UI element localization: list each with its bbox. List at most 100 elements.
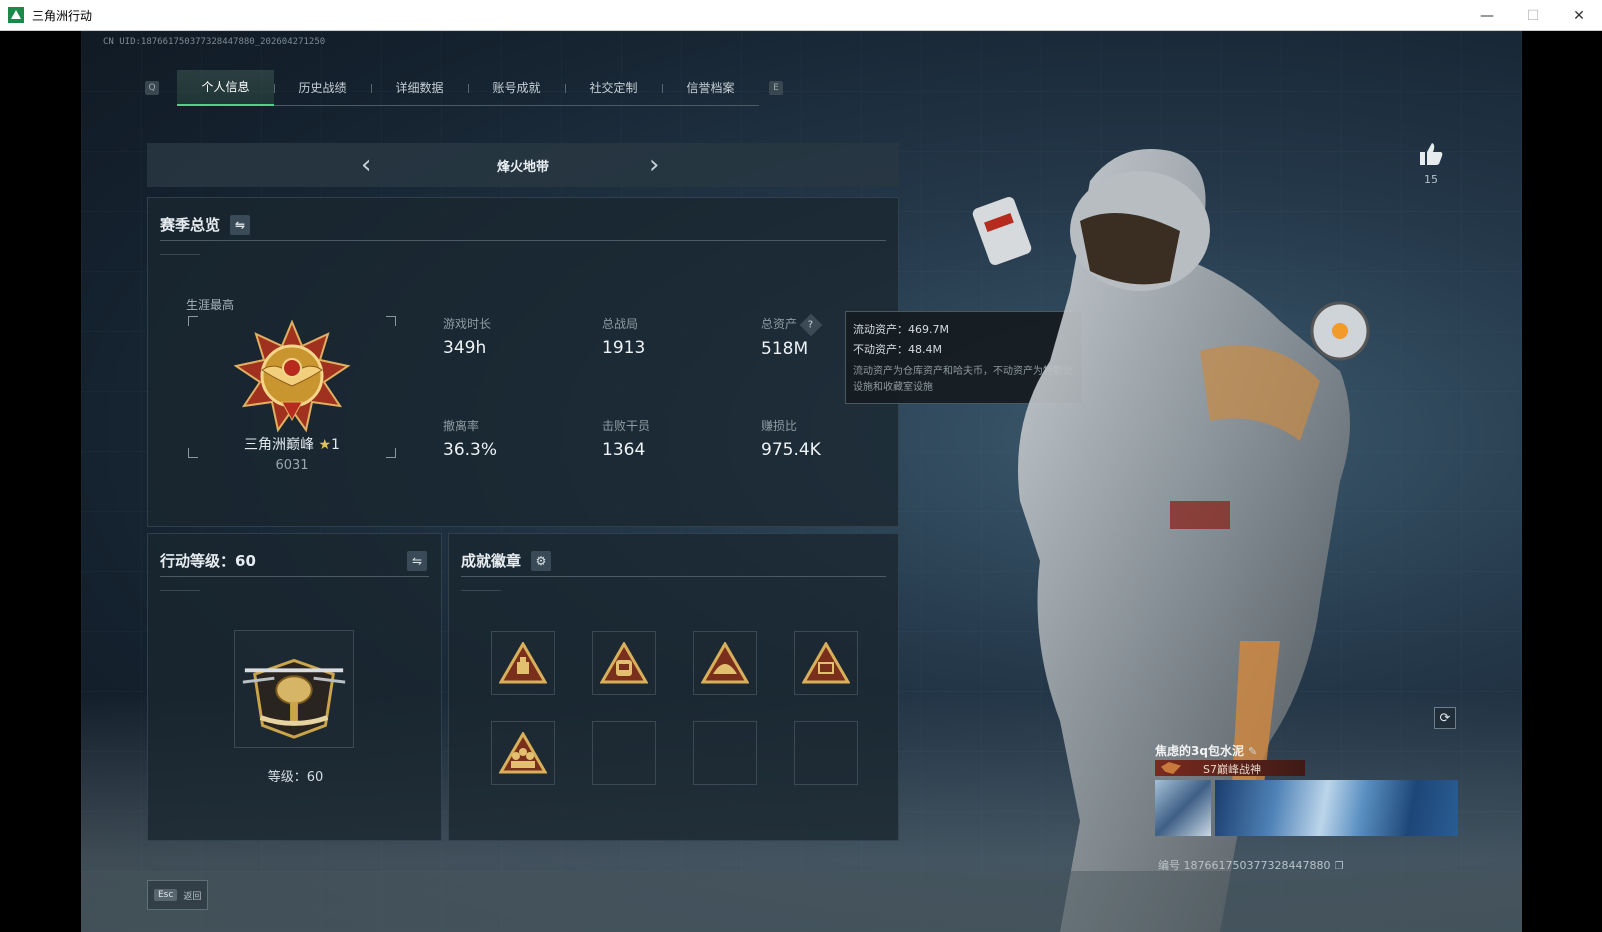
divider-accent: [160, 254, 200, 255]
tab-personal-info[interactable]: 个人信息: [177, 69, 274, 106]
operation-level-panel: 行动等级：60 ⇋ 等级：60: [147, 533, 442, 841]
app-logo-icon: [8, 7, 24, 23]
season-overview-panel: 赛季总览 ⇋ 生涯最高 三角洲巅峰 ★1 6031 游戏时长 349h 总战局 …: [147, 197, 899, 527]
achievement-badges-panel: 成就徽章 ⚙: [448, 533, 899, 841]
mode-prev-button[interactable]: ‹: [361, 151, 371, 179]
stat-value: 975.4K: [761, 440, 821, 460]
player-name-text: 焦虑的3q包水泥: [1155, 744, 1244, 758]
back-button[interactable]: Esc 返回: [147, 880, 209, 910]
mode-title: 烽火地带: [496, 159, 549, 175]
stat-label: 总战局: [602, 317, 639, 331]
tab-detailed-data[interactable]: 详细数据: [371, 70, 468, 106]
stat-label: 游戏时长: [443, 317, 492, 331]
squad-badge-icon: [499, 732, 547, 774]
stat-label: 撤离率: [443, 419, 480, 433]
tab-match-history[interactable]: 历史战绩: [274, 70, 371, 106]
swap-icon[interactable]: ⇋: [230, 214, 251, 235]
stat-label: 总资产?: [761, 313, 823, 336]
stat-operators-defeated: 击败干员 1364: [602, 417, 650, 460]
rank-name-text: 三角洲巅峰: [244, 437, 315, 453]
divider: [461, 576, 886, 577]
edit-icon[interactable]: ✎: [1248, 745, 1257, 758]
season-overview-title: 赛季总览: [160, 216, 221, 234]
tab-row: 个人信息 历史战绩 详细数据 账号成就 社交定制 信誉档案: [177, 69, 759, 106]
window-controls: — ☐ ✕: [1464, 0, 1602, 31]
window-title: 三角洲行动: [32, 8, 93, 23]
player-title-bar: S7巅峰战神: [1155, 760, 1305, 776]
season-overview-header: 赛季总览 ⇋: [160, 214, 251, 235]
esc-key: Esc: [154, 889, 178, 901]
title-icon: [1161, 762, 1181, 774]
stat-playtime: 游戏时长 349h: [443, 315, 491, 358]
profile-tabs: Q 个人信息 历史战绩 详细数据 账号成就 社交定制 信誉档案 E: [145, 69, 783, 106]
rank-name: 三角洲巅峰 ★1: [148, 434, 436, 454]
minimize-button[interactable]: —: [1464, 0, 1510, 31]
uid-line: CN UID:18766175037732844788​0_2026042712…: [103, 37, 326, 47]
like-count: 15: [1424, 173, 1438, 186]
stat-total-matches: 总战局 1913: [602, 315, 645, 358]
badge-slot-empty[interactable]: [592, 721, 656, 785]
stat-value: 1364: [602, 440, 646, 460]
maximize-button[interactable]: ☐: [1510, 0, 1556, 31]
help-icon[interactable]: ?: [799, 313, 823, 336]
settings-icon[interactable]: ⚙: [531, 550, 552, 571]
stat-value: 1913: [602, 338, 646, 358]
tab-achievements[interactable]: 账号成就: [468, 70, 565, 106]
stat-total-assets: 总资产? 518M: [761, 313, 823, 359]
stat-value: 36.3%: [443, 440, 498, 460]
footer-bar: [81, 871, 1522, 932]
badge-slot[interactable]: [491, 631, 555, 695]
player-name-card[interactable]: 焦虑的3q包水泥 ✎ S7巅峰战神: [1155, 742, 1458, 844]
crate-badge-icon: [499, 642, 547, 684]
mode-next-button[interactable]: ›: [649, 151, 659, 179]
ammo-box-badge-icon: [802, 642, 850, 684]
back-label: 返回: [183, 891, 202, 902]
helicopter-emblem-icon: [242, 658, 346, 739]
achievement-badges-title: 成就徽章: [461, 552, 522, 570]
tab-next-key[interactable]: E: [769, 81, 783, 95]
help-glyph: ?: [808, 319, 814, 330]
tab-credit-record[interactable]: 信誉档案: [662, 70, 759, 106]
operation-level-title: 行动等级：60: [160, 552, 256, 570]
avatar: [1155, 780, 1211, 836]
level-emblem[interactable]: [234, 630, 354, 748]
stat-profit-loss-ratio: 赚损比 975.4K: [761, 417, 821, 460]
achievement-badges-header: 成就徽章 ⚙: [461, 550, 552, 571]
tab-prev-key[interactable]: Q: [145, 81, 159, 95]
operation-level-header: 行动等级：60: [160, 550, 256, 571]
name-card-banner: [1155, 780, 1458, 836]
badge-slot[interactable]: [491, 721, 555, 785]
stat-label: 赚损比: [761, 419, 798, 433]
stat-label-text: 总资产: [761, 317, 798, 331]
divider: [160, 576, 429, 577]
tab-social-custom[interactable]: 社交定制: [565, 70, 662, 106]
badge-slot[interactable]: [693, 631, 757, 695]
close-button[interactable]: ✕: [1556, 0, 1602, 31]
player-name: 焦虑的3q包水泥 ✎: [1155, 742, 1257, 759]
star-icon: ★: [318, 437, 332, 453]
stat-value: 518M: [761, 338, 809, 359]
stat-value: 349h: [443, 338, 487, 358]
rank-score: 6031: [275, 458, 309, 473]
badge-slot-empty[interactable]: [693, 721, 757, 785]
level-text: 等级：60: [267, 770, 324, 785]
badge-slot[interactable]: [794, 631, 858, 695]
frame-corner: [386, 316, 396, 326]
rank-medal-icon: [233, 320, 351, 433]
badge-slot[interactable]: [592, 631, 656, 695]
badge-grid: [491, 631, 858, 785]
frame-corner: [188, 316, 198, 326]
rank-level: 1: [331, 437, 340, 453]
swap-icon[interactable]: ⇋: [407, 551, 427, 571]
banner-art: [1215, 780, 1458, 836]
refresh-icon[interactable]: ⟳: [1434, 707, 1456, 729]
divider-accent: [461, 590, 501, 591]
divider: [160, 240, 886, 241]
mode-selector: ‹ 烽火地带 ›: [147, 143, 899, 187]
game-viewport: CN UID:18766175037732844788​0_2026042712…: [0, 31, 1602, 932]
backpack-badge-icon: [600, 642, 648, 684]
badge-slot-empty[interactable]: [794, 721, 858, 785]
thumbs-up-icon[interactable]: [1418, 141, 1444, 167]
divider-accent: [160, 590, 200, 591]
stat-extraction-rate: 撤离率 36.3%: [443, 417, 497, 460]
